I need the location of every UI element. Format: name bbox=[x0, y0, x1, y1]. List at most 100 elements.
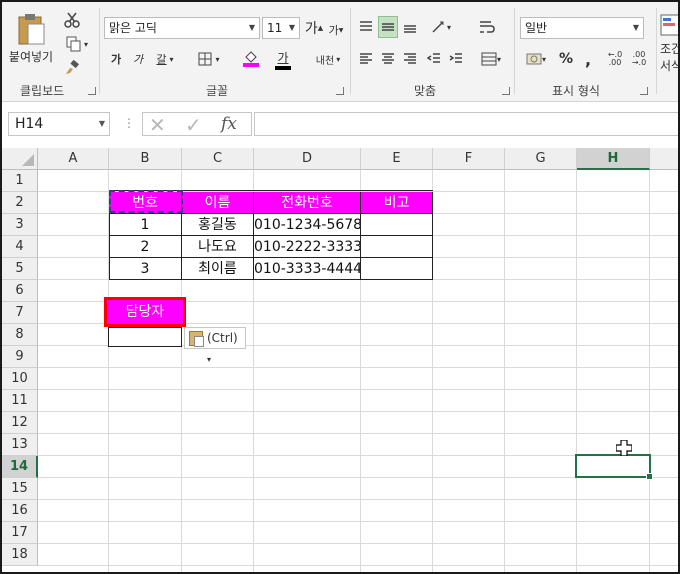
chevron-down-icon: ▼ bbox=[632, 23, 640, 32]
table-cell[interactable]: 1 bbox=[109, 214, 182, 236]
insert-function-icon[interactable]: fx bbox=[221, 114, 237, 134]
clipboard-launcher-icon[interactable] bbox=[88, 87, 96, 95]
increase-indent-button[interactable] bbox=[446, 48, 466, 70]
row-header[interactable]: 13 bbox=[2, 434, 38, 456]
font-name-select[interactable]: 맑은 고딕 ▼ bbox=[104, 17, 260, 39]
paste-options-button[interactable]: (Ctrl) ▾ bbox=[184, 327, 246, 364]
font-launcher-icon[interactable] bbox=[336, 87, 344, 95]
number-launcher-icon[interactable] bbox=[640, 87, 648, 95]
shrink-font-button[interactable]: 가 ▼ bbox=[326, 20, 346, 40]
chevron-down-icon: ▾ bbox=[215, 54, 220, 64]
row-header[interactable]: 3 bbox=[2, 214, 38, 236]
manager-cell[interactable]: 담당자 bbox=[104, 297, 186, 327]
row-header[interactable]: 6 bbox=[2, 280, 38, 302]
column-header[interactable]: C bbox=[182, 148, 254, 170]
merge-center-button[interactable]: ▾ bbox=[476, 48, 506, 70]
column-header[interactable]: B bbox=[109, 148, 182, 170]
table-cell[interactable] bbox=[361, 258, 433, 280]
row-header[interactable]: 1 bbox=[2, 170, 38, 192]
table-cell[interactable]: 최이름 bbox=[182, 258, 254, 280]
table-cell[interactable]: 010-2222-3333 bbox=[254, 236, 361, 258]
comma-button[interactable]: , bbox=[578, 48, 598, 70]
paint-bucket-icon bbox=[245, 51, 257, 63]
align-left-button[interactable] bbox=[356, 48, 376, 70]
decrease-indent-button[interactable] bbox=[424, 48, 444, 70]
italic-button[interactable]: 가 bbox=[128, 49, 148, 69]
font-size-select[interactable]: 11 ▼ bbox=[262, 17, 300, 39]
formula-input[interactable] bbox=[254, 112, 678, 136]
format-painter-button[interactable] bbox=[62, 58, 82, 78]
column-header[interactable]: H bbox=[577, 148, 650, 170]
grow-font-button[interactable]: 가 ▲ bbox=[304, 18, 324, 38]
chevron-down-icon: ▾ bbox=[207, 355, 212, 364]
cut-button[interactable] bbox=[62, 10, 82, 30]
accounting-format-button[interactable]: ▾ bbox=[520, 48, 552, 70]
column-header[interactable]: E bbox=[361, 148, 433, 170]
row-header[interactable]: 12 bbox=[2, 412, 38, 434]
row-header[interactable]: 15 bbox=[2, 478, 38, 500]
align-right-button[interactable] bbox=[400, 48, 420, 70]
table-cell[interactable]: 010-3333-4444 bbox=[254, 258, 361, 280]
decrease-decimal-button[interactable]: .00 →.0 bbox=[628, 48, 650, 70]
table-cell[interactable] bbox=[361, 214, 433, 236]
align-center-button[interactable] bbox=[378, 48, 398, 70]
row-header[interactable]: 9 bbox=[2, 346, 38, 368]
row-header[interactable]: 16 bbox=[2, 500, 38, 522]
copy-button[interactable]: ▾ bbox=[62, 34, 92, 54]
borders-button[interactable]: ▾ bbox=[192, 49, 226, 69]
table-cell[interactable]: 010-1234-5678 bbox=[254, 214, 361, 236]
table-header-cell[interactable]: 이름 bbox=[182, 192, 254, 214]
table-header-cell[interactable]: 비고 bbox=[361, 192, 433, 214]
orientation-button[interactable]: ▾ bbox=[426, 16, 456, 38]
row-header[interactable]: 14 bbox=[2, 456, 38, 478]
name-box-value: H14 bbox=[15, 116, 44, 132]
bold-button[interactable]: 가 bbox=[106, 49, 126, 69]
align-bottom-button[interactable] bbox=[400, 16, 420, 38]
table-cell[interactable] bbox=[361, 236, 433, 258]
table-cell[interactable]: 2 bbox=[109, 236, 182, 258]
table-cell[interactable]: 나도요 bbox=[182, 236, 254, 258]
number-format-select[interactable]: 일반 ▼ bbox=[520, 17, 644, 39]
align-top-button[interactable] bbox=[356, 16, 376, 38]
gridline bbox=[38, 565, 678, 566]
fill-color-button[interactable] bbox=[236, 47, 266, 71]
paste-button[interactable]: 붙여넣기 bbox=[6, 8, 56, 68]
cancel-icon[interactable]: ✕ bbox=[149, 113, 166, 137]
separator bbox=[514, 8, 515, 94]
table-header-cell[interactable]: 번호 bbox=[109, 192, 182, 214]
increase-decimal-button[interactable]: ←.0 .00 bbox=[604, 48, 626, 70]
row-header[interactable]: 17 bbox=[2, 522, 38, 544]
column-header[interactable]: F bbox=[433, 148, 505, 170]
row-header[interactable]: 5 bbox=[2, 258, 38, 280]
row-header[interactable]: 18 bbox=[2, 544, 38, 566]
table-cell[interactable]: 홍길동 bbox=[182, 214, 254, 236]
column-header[interactable]: D bbox=[254, 148, 361, 170]
name-box[interactable]: H14 ▼ bbox=[8, 112, 110, 136]
conditional-format-button[interactable]: 조건 서식 bbox=[660, 12, 678, 76]
row-header[interactable]: 7 bbox=[2, 302, 38, 324]
wrap-text-button[interactable] bbox=[476, 16, 498, 38]
gridline bbox=[38, 389, 678, 390]
row-header[interactable]: 8 bbox=[2, 324, 38, 346]
pasted-cell[interactable] bbox=[108, 327, 182, 347]
phonetic-button[interactable]: 내천 ▾ bbox=[310, 48, 346, 70]
row-header[interactable]: 2 bbox=[2, 192, 38, 214]
column-header[interactable]: A bbox=[38, 148, 109, 170]
table-header-cell[interactable]: 전화번호 bbox=[254, 192, 361, 214]
row-header[interactable]: 10 bbox=[2, 368, 38, 390]
align-middle-button[interactable] bbox=[378, 16, 398, 38]
worksheet-grid[interactable]: ABCDEFGH 1 2 3 4 5 6 7 8 9 10 11 12 13 14 15 16 17 18 번호 이… bbox=[2, 148, 678, 572]
row-header[interactable]: 4 bbox=[2, 236, 38, 258]
number-format-value: 일반 bbox=[525, 21, 548, 35]
active-cell-h14[interactable] bbox=[575, 454, 653, 480]
percent-button[interactable]: % bbox=[556, 48, 576, 70]
font-color-button[interactable]: 가 bbox=[268, 47, 298, 71]
alignment-launcher-icon[interactable] bbox=[502, 87, 510, 95]
underline-button[interactable]: 갈 ▾ bbox=[150, 49, 180, 69]
select-all-corner[interactable] bbox=[2, 148, 38, 170]
row-header[interactable]: 11 bbox=[2, 390, 38, 412]
confirm-icon[interactable]: ✓ bbox=[185, 113, 202, 137]
comma-label: , bbox=[584, 49, 592, 69]
table-cell[interactable]: 3 bbox=[109, 258, 182, 280]
column-header[interactable]: G bbox=[505, 148, 577, 170]
